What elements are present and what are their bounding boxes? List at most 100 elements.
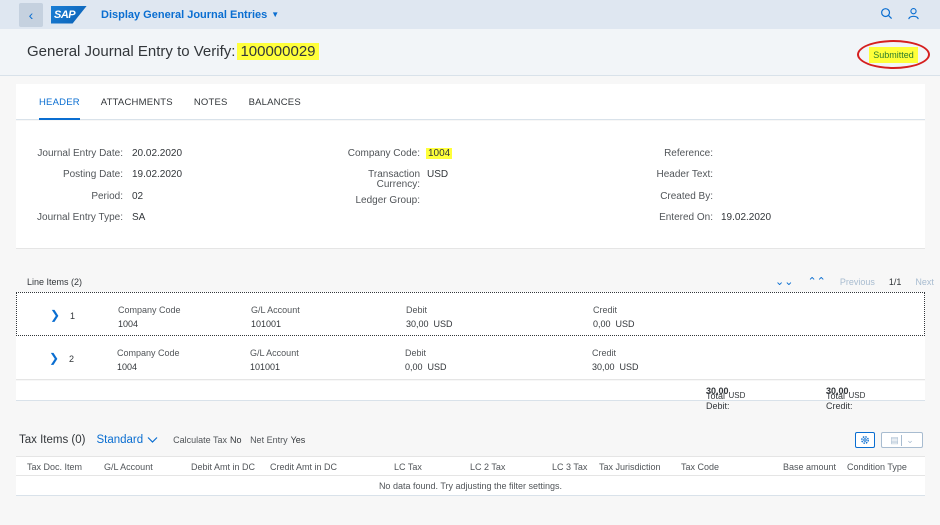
tax-items-title: Tax Items (0) (19, 434, 86, 446)
collapse-all-icon[interactable]: ⌃⌃ (807, 275, 825, 288)
export-button[interactable]: ▤ ⌄ (881, 432, 923, 448)
posting-date-label: Posting Date: (62, 169, 123, 180)
table-row[interactable]: ❯ 2 Company Code 1004 G/L Account 101001… (16, 336, 925, 380)
period-label: Period: (91, 191, 123, 202)
company-code-cell: 1004 (117, 362, 138, 372)
col-tax-doc-item[interactable]: Tax Doc. Item (27, 462, 82, 472)
header-text-label: Header Text: (656, 169, 713, 180)
tab-attachments[interactable]: ATTACHMENTS (101, 84, 173, 120)
transaction-currency-label-2: Currency: (376, 179, 420, 190)
company-code-header: Company Code (118, 305, 181, 315)
journal-entry-date-value: 20.02.2020 (132, 148, 183, 159)
transaction-currency-value: USD (427, 169, 449, 180)
period-value: 02 (132, 191, 144, 202)
total-credit-currency: USD (848, 391, 866, 400)
previous-button[interactable]: Previous (840, 277, 875, 287)
col-lc3-tax[interactable]: LC 3 Tax (552, 462, 587, 472)
title-prefix: General Journal Entry to Verify: (27, 43, 236, 60)
col-tax-code[interactable]: Tax Code (681, 462, 719, 472)
row-number: 2 (69, 354, 75, 364)
app-title: Display General Journal Entries (101, 8, 268, 21)
search-button[interactable] (880, 7, 893, 23)
company-code-value: 1004 (426, 148, 453, 159)
variant-name: Standard (96, 434, 144, 446)
row-number: 1 (70, 311, 76, 321)
reference-label: Reference: (664, 148, 713, 159)
col-base-amount[interactable]: Base amount (783, 462, 836, 472)
tax-items-table: Tax Doc. Item G/L Account Debit Amt in D… (16, 456, 925, 496)
search-icon (881, 7, 893, 19)
ledger-group-label: Ledger Group: (355, 195, 421, 206)
credit-currency: USD (619, 362, 639, 372)
tab-header[interactable]: HEADER (39, 84, 80, 120)
company-code-header: Company Code (117, 348, 180, 358)
credit-currency: USD (615, 319, 635, 329)
journal-entry-date-label: Journal Entry Date: (37, 148, 123, 159)
tab-bar: HEADER ATTACHMENTS NOTES BALANCES (16, 84, 925, 120)
debit-header: Debit (405, 348, 427, 358)
tab-balances[interactable]: BALANCES (249, 84, 301, 120)
entered-on-value: 19.02.2020 (721, 212, 772, 223)
header-form: Journal Entry Date: 20.02.2020 Posting D… (16, 121, 925, 249)
chevron-down-icon (147, 437, 158, 443)
col-debit-amt[interactable]: Debit Amt in DC (191, 462, 255, 472)
credit-cell: 30,00 (592, 362, 615, 372)
line-items-title: Line Items (2) (27, 277, 83, 287)
col-condition-type[interactable]: Condition Type (847, 462, 907, 472)
debit-currency: USD (427, 362, 447, 372)
company-code-label: Company Code: (347, 148, 420, 159)
empty-message: No data found. Try adjusting the filter … (16, 476, 925, 496)
total-debit-label: Total Debit: (706, 391, 730, 411)
debit-currency: USD (433, 319, 453, 329)
sap-logo[interactable]: SAP (51, 5, 87, 24)
line-items-table: ❯ 1 Company Code 1004 G/L Account 101001… (16, 292, 925, 380)
status-annotation: Submitted (857, 40, 930, 69)
journal-entry-type-value: SA (132, 212, 146, 223)
caret-down-icon: ▼ (271, 10, 280, 19)
table-row[interactable]: ❯ 1 Company Code 1004 G/L Account 101001… (16, 292, 925, 336)
gear-icon (861, 436, 869, 444)
page-indicator: 1/1 (888, 276, 902, 287)
shell-bar: ‹ SAP Display General Journal Entries ▼ (0, 0, 940, 29)
page-title: General Journal Entry to Verify: 1000000… (27, 43, 319, 60)
next-button[interactable]: Next (915, 277, 934, 287)
col-credit-amt[interactable]: Credit Amt in DC (270, 462, 337, 472)
line-items-toolbar: ⌄⌄ ⌃⌃ Previous 1/1 Next (775, 275, 934, 288)
entered-on-label: Entered On: (659, 212, 713, 223)
journal-entry-id: 100000029 (237, 43, 319, 60)
company-code-cell: 1004 (118, 319, 139, 329)
back-button[interactable]: ‹ (19, 2, 43, 27)
debit-cell: 0,00 (405, 362, 423, 372)
chevron-right-icon[interactable]: ❯ (49, 351, 59, 365)
gl-account-cell: 101001 (251, 319, 282, 329)
export-icon: ▤ (890, 434, 899, 445)
user-icon (908, 7, 919, 19)
tab-notes[interactable]: NOTES (194, 84, 228, 120)
object-header: General Journal Entry to Verify: 1000000… (0, 29, 940, 76)
status-badge: Submitted (869, 46, 918, 63)
col-tax-jurisdiction[interactable]: Tax Jurisdiction (599, 462, 661, 472)
net-entry-label: Net Entry (250, 435, 288, 445)
col-lc2-tax[interactable]: LC 2 Tax (470, 462, 505, 472)
credit-cell: 0,00 (593, 319, 611, 329)
created-by-label: Created By: (660, 191, 713, 202)
journal-entry-type-label: Journal Entry Type: (37, 212, 123, 223)
totals-bar: Total Debit: 30,00 USD Total Credit: 30,… (16, 381, 925, 411)
posting-date-value: 19.02.2020 (132, 169, 183, 180)
col-gl-account[interactable]: G/L Account (104, 462, 153, 472)
total-debit-currency: USD (728, 391, 746, 400)
user-button[interactable] (907, 7, 920, 23)
chevron-right-icon[interactable]: ❯ (50, 308, 60, 322)
net-entry-value: Yes (290, 435, 306, 445)
tax-table-header: Tax Doc. Item G/L Account Debit Amt in D… (16, 456, 925, 476)
gl-account-header: G/L Account (250, 348, 299, 358)
variant-selector[interactable]: Standard (96, 434, 158, 446)
chevron-down-icon: ⌄ (901, 434, 914, 446)
gl-account-cell: 101001 (250, 362, 281, 372)
expand-all-icon[interactable]: ⌄⌄ (775, 275, 793, 288)
tax-items-toolbar: Tax Items (0) Standard Calculate Tax No N… (19, 431, 923, 449)
col-lc-tax[interactable]: LC Tax (394, 462, 422, 472)
app-title-menu[interactable]: Display General Journal Entries ▼ (101, 9, 279, 21)
credit-header: Credit (592, 348, 617, 358)
settings-button[interactable] (855, 432, 875, 448)
